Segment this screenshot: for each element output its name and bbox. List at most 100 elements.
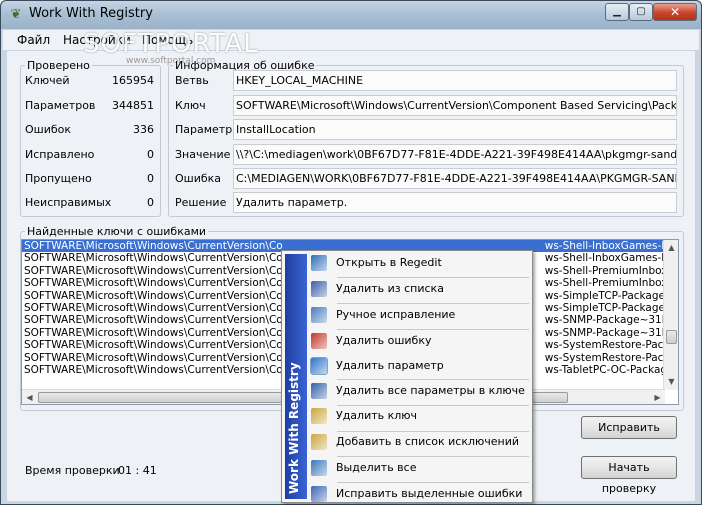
param-label: Параметр bbox=[175, 123, 233, 136]
context-menu-item-label: Удалить параметр bbox=[336, 359, 444, 372]
context-menu-item[interactable]: Выделить все bbox=[309, 457, 531, 479]
start-scan-button[interactable]: Начать проверку bbox=[581, 456, 677, 495]
context-menu-item-label: Удалить ошибку bbox=[336, 334, 432, 347]
row-key-tail: ws-SNMP-Package~31bf3 bbox=[544, 326, 679, 339]
context-menu-item[interactable]: Удалить из списка bbox=[309, 278, 531, 300]
branch-label: Ветвь bbox=[175, 74, 209, 87]
skipped-label: Пропущено bbox=[25, 172, 92, 185]
row-key-tail: ws-Shell-PremiumInboxGar bbox=[544, 277, 679, 290]
found-keys-legend: Найденные ключи с ошибками bbox=[27, 225, 207, 238]
row-key-tail: ws-SimpleTCP-Package~3 bbox=[544, 301, 679, 314]
solution-field[interactable]: Удалить параметр. bbox=[233, 192, 677, 213]
context-menu-item-label: Выделить все bbox=[336, 461, 417, 474]
context-menu-item-label: Ручное исправление bbox=[336, 308, 456, 321]
row-key-tail: ws-Shell-InboxGames-Pack bbox=[544, 240, 679, 252]
watermark: SOFTPORTAL bbox=[83, 29, 259, 59]
row-key-path: SOFTWARE\Microsoft\Windows\CurrentVersio… bbox=[24, 252, 283, 265]
scroll-right-icon[interactable]: ▶ bbox=[650, 390, 665, 404]
params-value: 344851 bbox=[112, 99, 154, 112]
row-key-path: SOFTWARE\Microsoft\Windows\CurrentVersio… bbox=[24, 351, 283, 364]
vertical-scroll-thumb[interactable] bbox=[666, 330, 677, 344]
context-menu-item-label: Исправить выделенные ошибки bbox=[336, 487, 523, 500]
row-key-path: SOFTWARE\Microsoft\Windows\CurrentVersio… bbox=[24, 289, 283, 302]
row-key-tail: ws-Shell-InboxGames-Pack bbox=[544, 252, 679, 265]
skipped-value: 0 bbox=[147, 172, 154, 185]
solution-label: Решение bbox=[175, 196, 227, 209]
fix-button[interactable]: Исправить bbox=[581, 416, 677, 439]
param-field[interactable]: InstallLocation bbox=[233, 119, 677, 140]
scroll-up-icon[interactable]: ▲ bbox=[664, 240, 678, 255]
error-label: Ошибка bbox=[175, 172, 222, 185]
delete-error-icon bbox=[311, 333, 327, 349]
row-key-tail: ws-Shell-PremiumInboxGar bbox=[544, 264, 679, 277]
context-menu-item-label: Открыть в Regedit bbox=[336, 256, 442, 269]
row-key-path: SOFTWARE\Microsoft\Windows\CurrentVersio… bbox=[24, 301, 283, 314]
errors-value: 336 bbox=[133, 123, 154, 136]
scan-time-label: Время проверки bbox=[25, 464, 120, 477]
context-menu-item-label: Удалить ключ bbox=[336, 409, 418, 422]
context-menu-item[interactable]: Добавить в список исключений bbox=[309, 431, 531, 453]
context-menu-sidebar: Work With Registry bbox=[285, 254, 307, 499]
value-field[interactable]: \\?\C:\mediagen\work\0BF67D77-F81E-4DDE-… bbox=[233, 144, 677, 165]
add-exclusion-icon bbox=[311, 434, 327, 450]
params-label: Параметров bbox=[25, 99, 96, 112]
key-label: Ключ bbox=[175, 99, 206, 112]
keys-value: 165954 bbox=[112, 74, 154, 87]
window-title: Work With Registry bbox=[29, 6, 153, 21]
context-menu-item[interactable]: Удалить ключ bbox=[309, 405, 531, 427]
minimize-button[interactable]: ▁ bbox=[605, 3, 629, 21]
keys-label: Ключей bbox=[25, 74, 70, 87]
context-menu-item-label: Удалить все параметры в ключе bbox=[336, 384, 525, 397]
row-key-path: SOFTWARE\Microsoft\Windows\CurrentVersio… bbox=[24, 277, 283, 290]
checked-legend: Проверено bbox=[27, 59, 90, 72]
vertical-scrollbar[interactable]: ▲ ▼ bbox=[663, 240, 678, 390]
context-menu-item[interactable]: Удалить параметр bbox=[309, 355, 531, 377]
regedit-icon bbox=[311, 255, 327, 271]
row-key-tail: ws-SystemRestore-Packag bbox=[544, 339, 679, 352]
row-key-tail: ws-SimpleTCP-Package~3 bbox=[544, 289, 679, 302]
row-key-path: SOFTWARE\Microsoft\Windows\CurrentVersio… bbox=[24, 240, 283, 252]
select-all-icon bbox=[311, 460, 327, 476]
errors-label: Ошибок bbox=[25, 123, 72, 136]
menu-file[interactable]: Файл bbox=[17, 33, 50, 47]
row-key-path: SOFTWARE\Microsoft\Windows\CurrentVersio… bbox=[24, 339, 283, 352]
context-menu-item[interactable]: Открыть в Regedit bbox=[309, 252, 531, 274]
branch-field[interactable]: HKEY_LOCAL_MACHINE bbox=[233, 70, 677, 91]
row-key-tail: ws-SNMP-Package~31bf3 bbox=[544, 314, 679, 327]
manual-fix-icon bbox=[311, 307, 327, 323]
unfixable-label: Неисправимых bbox=[25, 196, 112, 209]
key-field[interactable]: SOFTWARE\Microsoft\Windows\CurrentVersio… bbox=[233, 95, 677, 116]
row-key-path: SOFTWARE\Microsoft\Windows\CurrentVersio… bbox=[24, 326, 283, 339]
delete-key-icon bbox=[311, 408, 327, 424]
scroll-left-icon[interactable]: ◀ bbox=[22, 390, 37, 404]
fixed-value: 0 bbox=[147, 148, 154, 161]
row-key-tail: ws-SystemRestore-Packag bbox=[544, 351, 679, 364]
fix-selected-icon bbox=[311, 486, 327, 502]
context-menu-item-label: Добавить в список исключений bbox=[336, 435, 520, 448]
maximize-button[interactable]: ▢ bbox=[629, 3, 653, 21]
app-window: ❦ Work With Registry ▁ ▢ ✕ Файл Настройк… bbox=[0, 0, 702, 505]
row-key-path: SOFTWARE\Microsoft\Windows\CurrentVersio… bbox=[24, 314, 283, 327]
context-menu-item[interactable]: Удалить ошибку bbox=[309, 330, 531, 352]
fixed-label: Исправлено bbox=[25, 148, 95, 161]
row-key-path: SOFTWARE\Microsoft\Windows\CurrentVersio… bbox=[24, 264, 283, 277]
context-menu: Work With Registry Открыть в Regedit Удал… bbox=[281, 250, 533, 503]
context-menu-item-label: Удалить из списка bbox=[336, 282, 444, 295]
value-label: Значение bbox=[175, 148, 231, 161]
context-menu-item[interactable]: Удалить все параметры в ключе bbox=[309, 380, 531, 402]
context-menu-title: Work With Registry bbox=[287, 362, 301, 494]
row-key-path: SOFTWARE\Microsoft\Windows\CurrentVersio… bbox=[24, 363, 283, 376]
title-bar: ❦ Work With Registry ▁ ▢ ✕ bbox=[1, 1, 701, 29]
row-key-tail: ws-TabletPC-OC-Package bbox=[544, 363, 674, 376]
app-logo-icon: ❦ bbox=[10, 7, 22, 22]
remove-from-list-icon bbox=[311, 281, 327, 297]
error-field[interactable]: C:\MEDIAGEN\WORK\0BF67D77-F81E-4DDE-A221… bbox=[233, 168, 677, 189]
context-menu-item[interactable]: Ручное исправление bbox=[309, 304, 531, 326]
context-menu-item[interactable]: Исправить выделенные ошибки bbox=[309, 483, 531, 505]
delete-all-params-icon bbox=[311, 383, 327, 399]
close-button[interactable]: ✕ bbox=[653, 3, 697, 21]
unfixable-value: 0 bbox=[147, 196, 154, 209]
delete-param-icon bbox=[310, 357, 328, 375]
scan-time-value: 01 : 41 bbox=[118, 464, 157, 477]
scroll-down-icon[interactable]: ▼ bbox=[664, 374, 678, 389]
